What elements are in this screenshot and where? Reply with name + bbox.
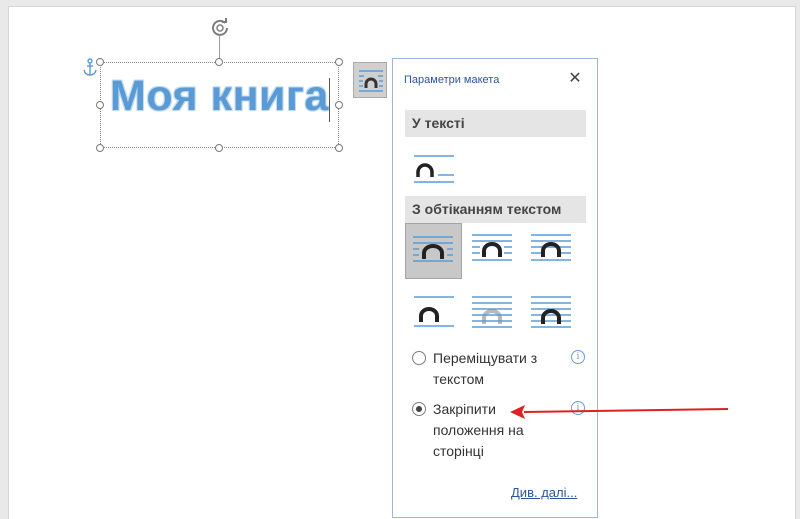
wrap-option-behind-text[interactable] (465, 285, 519, 335)
section-wrap: З обтіканням текстом (405, 196, 586, 223)
info-icon[interactable]: i (571, 350, 585, 364)
resize-handle-right[interactable] (335, 101, 343, 109)
layout-options-panel: Параметри макета ✕ У тексті З обтіканням… (392, 58, 598, 518)
wrap-through-icon (531, 234, 571, 261)
wrap-in-front-icon (531, 296, 571, 328)
radio-move-button[interactable] (412, 351, 426, 365)
wrap-option-top-and-bottom[interactable] (407, 285, 461, 335)
layout-options-button[interactable] (353, 62, 387, 98)
radio-move-with-text[interactable]: Переміщувати з текстом i (412, 348, 587, 392)
close-button[interactable]: ✕ (565, 69, 585, 89)
see-more-link[interactable]: Див. далі... (511, 485, 577, 500)
wrap-option-tight[interactable] (465, 225, 519, 275)
wrap-option-in-line[interactable] (407, 145, 461, 195)
section-in-line: У тексті (405, 110, 586, 137)
annotation-arrow (510, 405, 729, 419)
resize-handle-top-left[interactable] (96, 58, 104, 66)
layout-options-icon (359, 70, 383, 92)
radio-selected-dot (416, 406, 422, 412)
resize-handle-bottom-right[interactable] (335, 144, 343, 152)
wordart-text[interactable]: Моя книга (110, 72, 329, 121)
radio-fix-button[interactable] (412, 402, 426, 416)
resize-handle-bottom-left[interactable] (96, 144, 104, 152)
wrap-top-bottom-icon (414, 296, 454, 327)
wrap-option-square[interactable] (405, 223, 462, 279)
resize-handle-left[interactable] (96, 101, 104, 109)
text-caret (329, 78, 330, 122)
rotate-handle-icon[interactable] (208, 16, 232, 40)
radio-move-label: Переміщувати з текстом (433, 350, 538, 387)
wrap-tight-icon (472, 234, 512, 261)
in-line-icon (414, 155, 454, 183)
wrap-option-through[interactable] (524, 225, 578, 275)
panel-title: Параметри макета (404, 74, 500, 86)
wrap-square-icon (413, 236, 453, 262)
wrap-option-in-front-of-text[interactable] (524, 285, 578, 335)
resize-handle-top[interactable] (215, 58, 223, 66)
resize-handle-top-right[interactable] (335, 58, 343, 66)
wrap-behind-icon (472, 296, 512, 328)
resize-handle-bottom[interactable] (215, 144, 223, 152)
